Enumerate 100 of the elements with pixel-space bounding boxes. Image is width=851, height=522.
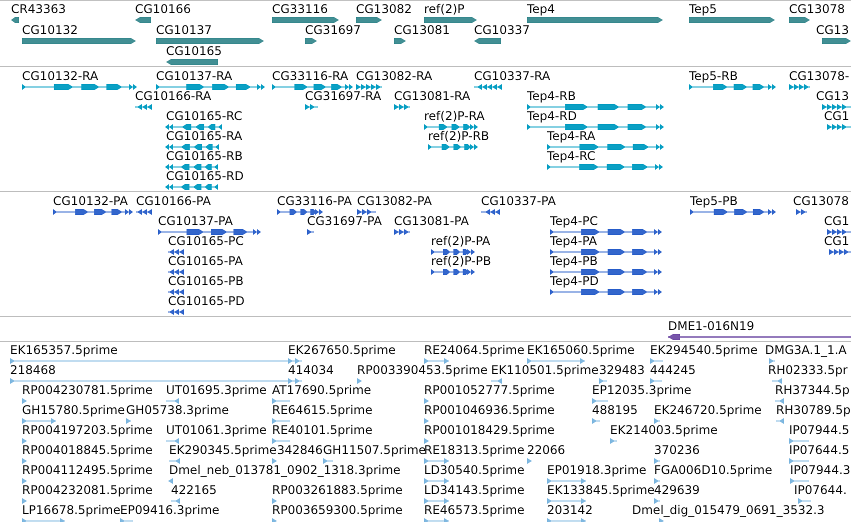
transcript-glyph[interactable] <box>527 103 663 111</box>
protein-glyph[interactable] <box>168 288 184 296</box>
est-glyph[interactable] <box>527 357 585 365</box>
est-glyph[interactable] <box>126 417 131 425</box>
protein-glyph[interactable] <box>550 288 661 296</box>
est-glyph[interactable] <box>169 477 173 485</box>
protein-glyph[interactable] <box>431 268 474 276</box>
transcript-glyph[interactable] <box>789 83 810 91</box>
gene-glyph[interactable] <box>822 37 851 45</box>
est-glyph[interactable] <box>789 437 809 445</box>
est-glyph[interactable] <box>10 377 300 385</box>
est-glyph[interactable] <box>654 477 660 485</box>
protein-glyph[interactable] <box>550 228 661 236</box>
transcript-glyph[interactable] <box>166 123 222 131</box>
gene-glyph[interactable] <box>424 16 477 24</box>
est-glyph[interactable] <box>357 377 361 385</box>
gene-glyph[interactable] <box>394 37 406 45</box>
est-glyph[interactable] <box>654 417 660 425</box>
est-glyph[interactable] <box>22 477 26 485</box>
est-glyph[interactable] <box>424 497 449 505</box>
protein-glyph[interactable] <box>550 248 661 256</box>
est-glyph[interactable] <box>527 457 531 465</box>
est-glyph[interactable] <box>610 437 617 445</box>
protein-glyph[interactable] <box>53 208 132 216</box>
gene-glyph[interactable] <box>11 16 19 24</box>
transcript-glyph[interactable] <box>527 123 663 131</box>
protein-glyph[interactable] <box>136 208 152 216</box>
est-glyph[interactable] <box>10 357 300 365</box>
est-glyph[interactable] <box>491 377 502 385</box>
est-glyph[interactable] <box>424 477 449 485</box>
est-glyph[interactable] <box>22 397 26 405</box>
gene-glyph[interactable] <box>305 37 317 45</box>
transcript-glyph[interactable] <box>356 83 382 91</box>
transcript-glyph[interactable] <box>166 183 218 191</box>
gene-glyph[interactable] <box>474 37 501 45</box>
gene-glyph[interactable] <box>356 16 382 24</box>
est-glyph[interactable] <box>22 497 26 505</box>
est-glyph[interactable] <box>789 457 809 465</box>
est-glyph[interactable] <box>654 457 660 465</box>
est-glyph[interactable] <box>424 397 428 405</box>
transcript-glyph[interactable] <box>474 83 502 91</box>
est-glyph[interactable] <box>288 357 302 365</box>
est-glyph[interactable] <box>650 357 663 365</box>
est-glyph[interactable] <box>272 457 276 465</box>
protein-glyph[interactable] <box>829 248 851 256</box>
est-glyph[interactable] <box>775 397 784 405</box>
gene-glyph[interactable] <box>156 37 264 45</box>
est-glyph[interactable] <box>22 457 26 465</box>
est-glyph[interactable] <box>272 497 276 505</box>
protein-glyph[interactable] <box>690 208 775 216</box>
est-glyph[interactable] <box>547 477 586 485</box>
protein-glyph[interactable] <box>827 228 851 236</box>
est-glyph[interactable] <box>169 457 180 465</box>
transcript-glyph[interactable] <box>305 103 318 111</box>
est-glyph[interactable] <box>650 377 662 385</box>
transcript-glyph[interactable] <box>166 163 218 171</box>
est-glyph[interactable] <box>599 377 607 385</box>
est-glyph[interactable] <box>790 477 809 485</box>
est-glyph[interactable] <box>272 397 290 405</box>
gene-glyph[interactable] <box>166 58 218 66</box>
est-glyph[interactable] <box>272 417 290 425</box>
est-glyph[interactable] <box>592 417 600 425</box>
est-glyph[interactable] <box>424 437 428 445</box>
transcript-glyph[interactable] <box>428 143 477 151</box>
transcript-glyph[interactable] <box>22 83 136 91</box>
protein-glyph[interactable] <box>277 208 322 216</box>
est-glyph[interactable] <box>272 437 290 445</box>
protein-glyph[interactable] <box>168 308 184 316</box>
est-glyph[interactable] <box>654 497 660 505</box>
clone-glyph[interactable] <box>668 333 851 341</box>
transcript-glyph[interactable] <box>394 103 410 111</box>
protein-glyph[interactable] <box>431 248 474 256</box>
protein-glyph[interactable] <box>307 228 314 236</box>
protein-glyph[interactable] <box>158 228 260 236</box>
est-glyph[interactable] <box>288 377 302 385</box>
est-glyph[interactable] <box>424 417 428 425</box>
protein-glyph[interactable] <box>168 248 184 256</box>
transcript-glyph[interactable] <box>424 123 477 131</box>
transcript-glyph[interactable] <box>822 103 851 111</box>
transcript-glyph[interactable] <box>547 143 663 151</box>
protein-glyph[interactable] <box>394 228 410 236</box>
protein-glyph[interactable] <box>168 268 184 276</box>
gene-glyph[interactable] <box>789 16 810 24</box>
est-glyph[interactable] <box>22 417 56 425</box>
est-glyph[interactable] <box>166 397 179 405</box>
est-glyph[interactable] <box>776 417 784 425</box>
protein-glyph[interactable] <box>550 268 661 276</box>
transcript-glyph[interactable] <box>547 163 662 171</box>
gene-glyph[interactable] <box>272 16 339 24</box>
protein-glyph[interactable] <box>796 208 807 216</box>
transcript-glyph[interactable] <box>827 123 851 131</box>
est-glyph[interactable] <box>547 497 586 505</box>
est-glyph[interactable] <box>171 497 180 505</box>
gene-glyph[interactable] <box>135 16 151 24</box>
protein-glyph[interactable] <box>481 208 500 216</box>
est-glyph[interactable] <box>166 437 179 445</box>
transcript-glyph[interactable] <box>166 143 219 151</box>
transcript-glyph[interactable] <box>156 83 264 91</box>
est-glyph[interactable] <box>772 377 782 385</box>
transcript-glyph[interactable] <box>135 103 152 111</box>
